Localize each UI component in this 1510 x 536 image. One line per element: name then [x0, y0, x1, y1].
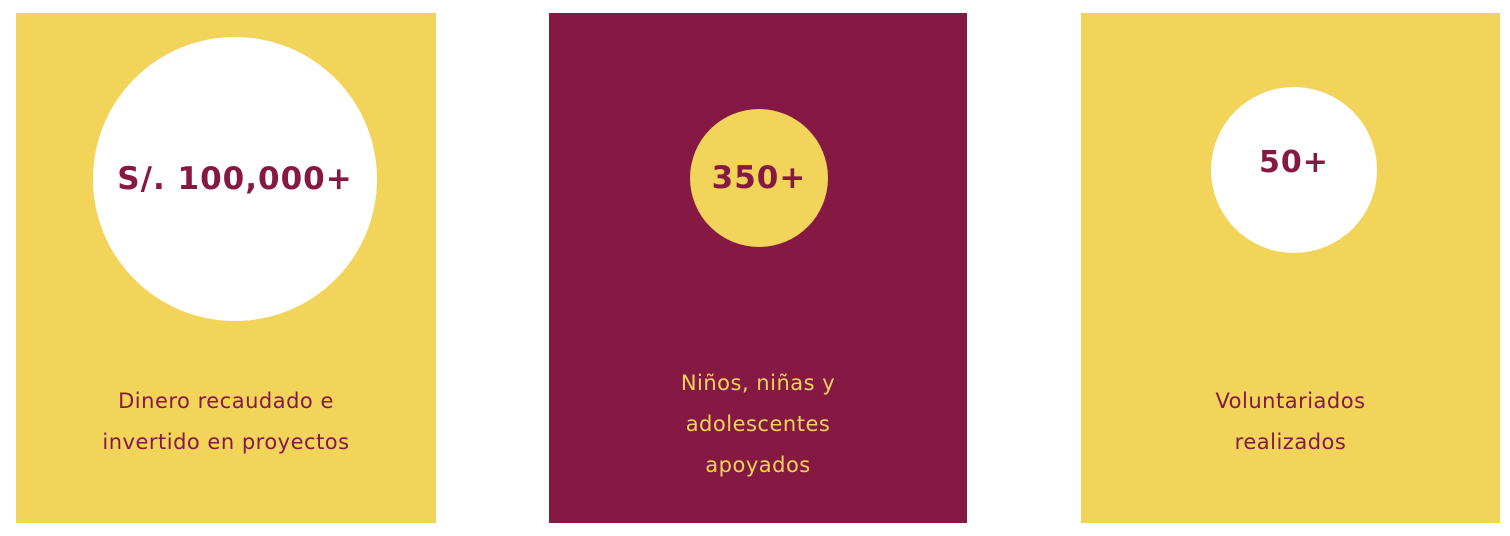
- stat-value: 50+: [1259, 144, 1329, 180]
- stat-card-funds-raised: S/. 100,000+ Dinero recaudado e invertid…: [16, 13, 436, 523]
- stat-value: S/. 100,000+: [117, 161, 353, 197]
- stat-card-volunteering: 50+ Voluntariados realizados: [1081, 13, 1500, 523]
- stat-label-line: realizados: [1234, 430, 1347, 454]
- stat-label-line: Dinero recaudado e: [118, 389, 334, 413]
- stat-label: Dinero recaudado e invertido en proyecto…: [16, 381, 436, 463]
- stat-circle: 50+: [1211, 87, 1377, 253]
- stat-label-line: adolescentes: [685, 412, 831, 436]
- stat-label-line: Voluntariados: [1215, 389, 1366, 413]
- stat-label-line: apoyados: [705, 453, 811, 477]
- stat-card-children-supported: 350+ Niños, niñas y adolescentes apoyado…: [549, 13, 967, 523]
- stat-circle: 350+: [690, 109, 828, 247]
- stat-value: 350+: [711, 160, 807, 196]
- stat-circle: S/. 100,000+: [93, 37, 377, 321]
- stat-label: Niños, niñas y adolescentes apoyados: [549, 363, 967, 486]
- stat-label-line: invertido en proyectos: [102, 430, 350, 454]
- stat-label-line: Niños, niñas y: [680, 371, 836, 395]
- stat-label: Voluntariados realizados: [1081, 381, 1500, 463]
